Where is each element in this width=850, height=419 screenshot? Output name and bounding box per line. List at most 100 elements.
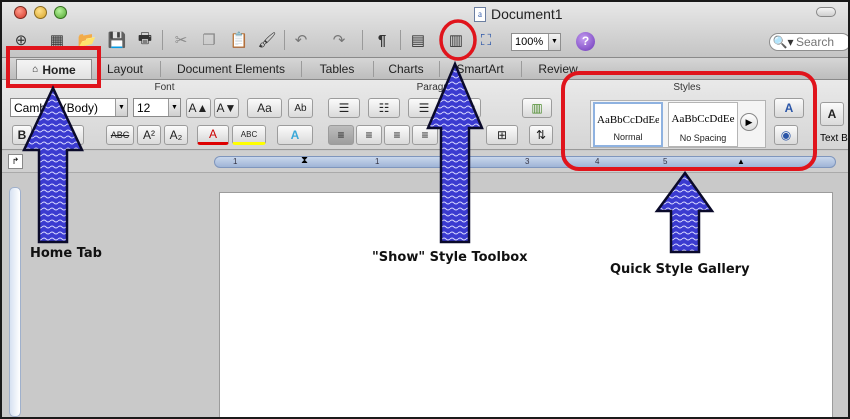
text-box-button[interactable]: A xyxy=(820,102,844,126)
tab-tables[interactable]: Tables xyxy=(304,59,370,79)
font-group-title: Font xyxy=(154,82,175,93)
italic-button[interactable]: I xyxy=(35,125,55,145)
ruler-row: ↱ 1 ⧗ 1 2 3 4 5 ▲ xyxy=(2,151,848,173)
bold-button[interactable]: B xyxy=(12,125,32,145)
format-painter-icon[interactable]: 🖌 xyxy=(256,29,278,51)
tab-review[interactable]: Review xyxy=(524,59,592,79)
borders-button[interactable]: ⊞ xyxy=(486,125,518,145)
search-field[interactable]: 🔍▾ xyxy=(769,33,848,51)
clear-formatting-button[interactable]: Ab xyxy=(288,98,313,118)
font-size-select[interactable]: 12 ▼ xyxy=(133,98,181,117)
search-icon[interactable]: 🔍▾ xyxy=(770,35,796,49)
style-set-button[interactable]: A xyxy=(774,98,804,118)
zoom-window-button[interactable] xyxy=(54,6,67,19)
chevron-down-icon[interactable]: ▼ xyxy=(168,99,180,116)
media-browser-icon[interactable]: ⛶ xyxy=(475,29,497,51)
close-button[interactable] xyxy=(14,6,27,19)
multilevel-list-icon: ☰ xyxy=(418,101,430,115)
align-left-button[interactable]: ≡ xyxy=(328,125,354,145)
chevron-down-icon[interactable]: ▼ xyxy=(548,34,560,50)
toolbox-icon[interactable]: ▥ xyxy=(445,29,467,51)
underline-button[interactable]: U xyxy=(58,125,84,145)
tab-divider xyxy=(160,61,161,77)
paragraph-group-title: Paragraph xyxy=(416,82,464,93)
style-no-spacing[interactable]: AaBbCcDdEe No Spacing xyxy=(668,102,738,147)
home-icon: ⌂ xyxy=(32,64,39,75)
align-center-button[interactable]: ≡ xyxy=(356,125,382,145)
redo-icon[interactable]: ↷ xyxy=(328,29,350,51)
numbered-list-icon: ☷ xyxy=(378,101,390,115)
style-name: No Spacing xyxy=(679,133,727,143)
ruler-number: 3 xyxy=(525,157,530,166)
cut-icon[interactable]: ✂ xyxy=(170,29,192,51)
title-toolbar: a Document1 ⊕ ▦ 📂 💾 🖶 ✂ ❐ 📋 🖌 ↶ ↷ ¶ ▤ ▥ … xyxy=(2,2,848,58)
sort-button[interactable]: ⇅ xyxy=(529,125,553,145)
manage-styles-button[interactable]: ◉ xyxy=(774,125,798,145)
font-name-select[interactable]: Cambria (Body) ▼ xyxy=(10,98,128,117)
pilcrow-icon[interactable]: ¶ xyxy=(371,29,393,51)
shrink-font-button[interactable]: A▼ xyxy=(214,98,239,118)
tab-layout[interactable]: Layout xyxy=(94,59,156,79)
right-indent-marker-icon[interactable]: ▲ xyxy=(737,157,745,166)
change-case-button[interactable]: Aa xyxy=(247,98,282,118)
bullets-button[interactable]: ☰ xyxy=(328,98,360,118)
gallery-next-icon[interactable]: ▶ xyxy=(740,113,758,131)
toolbar-divider xyxy=(162,30,163,50)
grow-font-button[interactable]: A▲ xyxy=(186,98,211,118)
multilevel-list-button[interactable]: ☰ xyxy=(408,98,440,118)
justify-icon: ≡ xyxy=(421,128,429,142)
strikethrough-button[interactable]: ABC xyxy=(106,125,134,145)
copy-icon[interactable]: ❐ xyxy=(198,29,220,51)
tab-home[interactable]: ⌂ Home xyxy=(16,59,92,79)
tab-divider xyxy=(373,61,374,77)
tab-document-elements[interactable]: Document Elements xyxy=(164,59,298,79)
horizontal-ruler[interactable]: 1 ⧗ 1 2 3 4 5 ▲ xyxy=(214,155,836,168)
ribbon-tabs: ⌂ Home Layout Document Elements Tables C… xyxy=(2,58,848,80)
tab-smartart[interactable]: SmartArt xyxy=(442,59,518,79)
subscript-button[interactable]: A₂ xyxy=(164,125,188,145)
document-page[interactable] xyxy=(219,192,833,417)
justify-button[interactable]: ≡ xyxy=(412,125,438,145)
print-icon[interactable]: 🖶 xyxy=(134,29,156,51)
minimize-button[interactable] xyxy=(34,6,47,19)
bullet-list-icon: ☰ xyxy=(338,101,350,115)
superscript-button[interactable]: A² xyxy=(137,125,161,145)
align-right-button[interactable]: ≡ xyxy=(384,125,410,145)
annotation-quick-style-gallery: Quick Style Gallery xyxy=(610,262,750,277)
new-document-icon[interactable]: ⊕ xyxy=(10,29,32,51)
window-title: a Document1 xyxy=(474,5,563,23)
sidebar-icon[interactable]: ▤ xyxy=(407,29,429,51)
numbering-button[interactable]: ☷ xyxy=(368,98,400,118)
text-box-label: Text B xyxy=(820,133,848,144)
ruler-number: 5 xyxy=(663,157,668,166)
tab-charts[interactable]: Charts xyxy=(376,59,436,79)
search-input[interactable] xyxy=(796,35,848,49)
vertical-ruler[interactable] xyxy=(9,187,21,417)
tab-stop-selector[interactable]: ↱ xyxy=(8,154,23,169)
columns-button[interactable]: ▥ xyxy=(522,98,552,118)
text-effects-button[interactable]: A xyxy=(277,125,313,145)
chevron-down-icon[interactable]: ▼ xyxy=(115,99,127,116)
open-icon[interactable]: 📂 xyxy=(76,29,98,51)
style-set-icon: A xyxy=(784,101,794,115)
zoom-select[interactable]: 100% ▼ xyxy=(511,33,561,51)
text-box-icon: A xyxy=(827,107,837,121)
undo-icon[interactable]: ↶ xyxy=(290,29,312,51)
help-button[interactable]: ? xyxy=(576,32,595,51)
document-title: Document1 xyxy=(491,6,563,22)
indent-button[interactable]: ⇥ xyxy=(459,98,481,118)
tab-label: Home xyxy=(42,62,76,77)
ruler-number: 1 xyxy=(233,157,238,166)
style-sample: AaBbCcDdEe xyxy=(597,114,659,126)
save-icon[interactable]: 💾 xyxy=(106,29,128,51)
paste-icon[interactable]: 📋 xyxy=(228,29,250,51)
toolbar-toggle-button[interactable] xyxy=(816,7,836,17)
indent-marker-icon[interactable]: ⧗ xyxy=(301,155,308,166)
ruler-number: 2 xyxy=(451,157,456,166)
style-normal[interactable]: AaBbCcDdEe Normal xyxy=(593,102,663,147)
templates-gallery-icon[interactable]: ▦ xyxy=(46,29,68,51)
font-color-button[interactable]: A xyxy=(197,125,229,145)
highlight-button[interactable]: ABC xyxy=(232,125,266,145)
annotation-home-tab: Home Tab xyxy=(30,246,102,261)
tab-divider xyxy=(521,61,522,77)
